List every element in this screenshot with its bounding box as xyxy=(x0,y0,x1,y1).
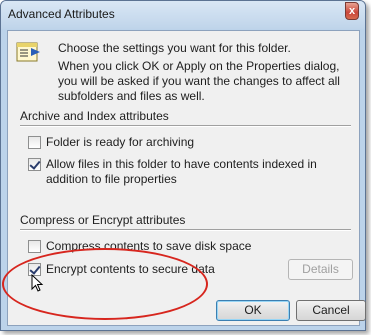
intro-explanation: When you click OK or Apply on the Proper… xyxy=(58,59,340,103)
archive-section-separator xyxy=(20,125,351,127)
ok-button[interactable]: OK xyxy=(216,300,290,321)
folder-archive-option[interactable]: Folder is ready for archiving xyxy=(28,135,194,150)
compress-section-separator xyxy=(20,229,351,231)
close-button[interactable]: x xyxy=(345,2,359,20)
mouse-pointer-icon xyxy=(31,274,44,292)
cancel-button[interactable]: Cancel xyxy=(296,300,366,321)
folder-settings-icon xyxy=(16,42,40,62)
advanced-attributes-dialog: Advanced Attributes x Choose the setting… xyxy=(0,0,366,331)
folder-archive-checkbox[interactable] xyxy=(28,136,41,149)
intro-text: Choose the settings you want for this fo… xyxy=(58,41,291,55)
index-contents-label: Allow files in this folder to have conte… xyxy=(46,157,317,186)
folder-archive-label: Folder is ready for archiving xyxy=(46,135,195,149)
compress-checkbox[interactable] xyxy=(28,240,41,253)
compress-section-title: Compress or Encrypt attributes xyxy=(20,213,186,227)
dialog-title: Advanced Attributes xyxy=(8,7,115,21)
compress-label: Compress contents to save disk space xyxy=(46,239,252,253)
encrypt-option[interactable]: Encrypt contents to secure data xyxy=(28,262,215,277)
details-button[interactable]: Details xyxy=(288,259,353,280)
compress-option[interactable]: Compress contents to save disk space xyxy=(28,239,251,254)
dialog-body: Choose the settings you want for this fo… xyxy=(7,30,366,326)
index-contents-checkbox[interactable] xyxy=(28,158,41,171)
archive-section-title: Archive and Index attributes xyxy=(20,109,169,123)
encrypt-label: Encrypt contents to secure data xyxy=(46,262,215,276)
title-bar[interactable]: Advanced Attributes x xyxy=(1,1,365,29)
index-contents-option[interactable]: Allow files in this folder to have conte… xyxy=(28,157,348,187)
